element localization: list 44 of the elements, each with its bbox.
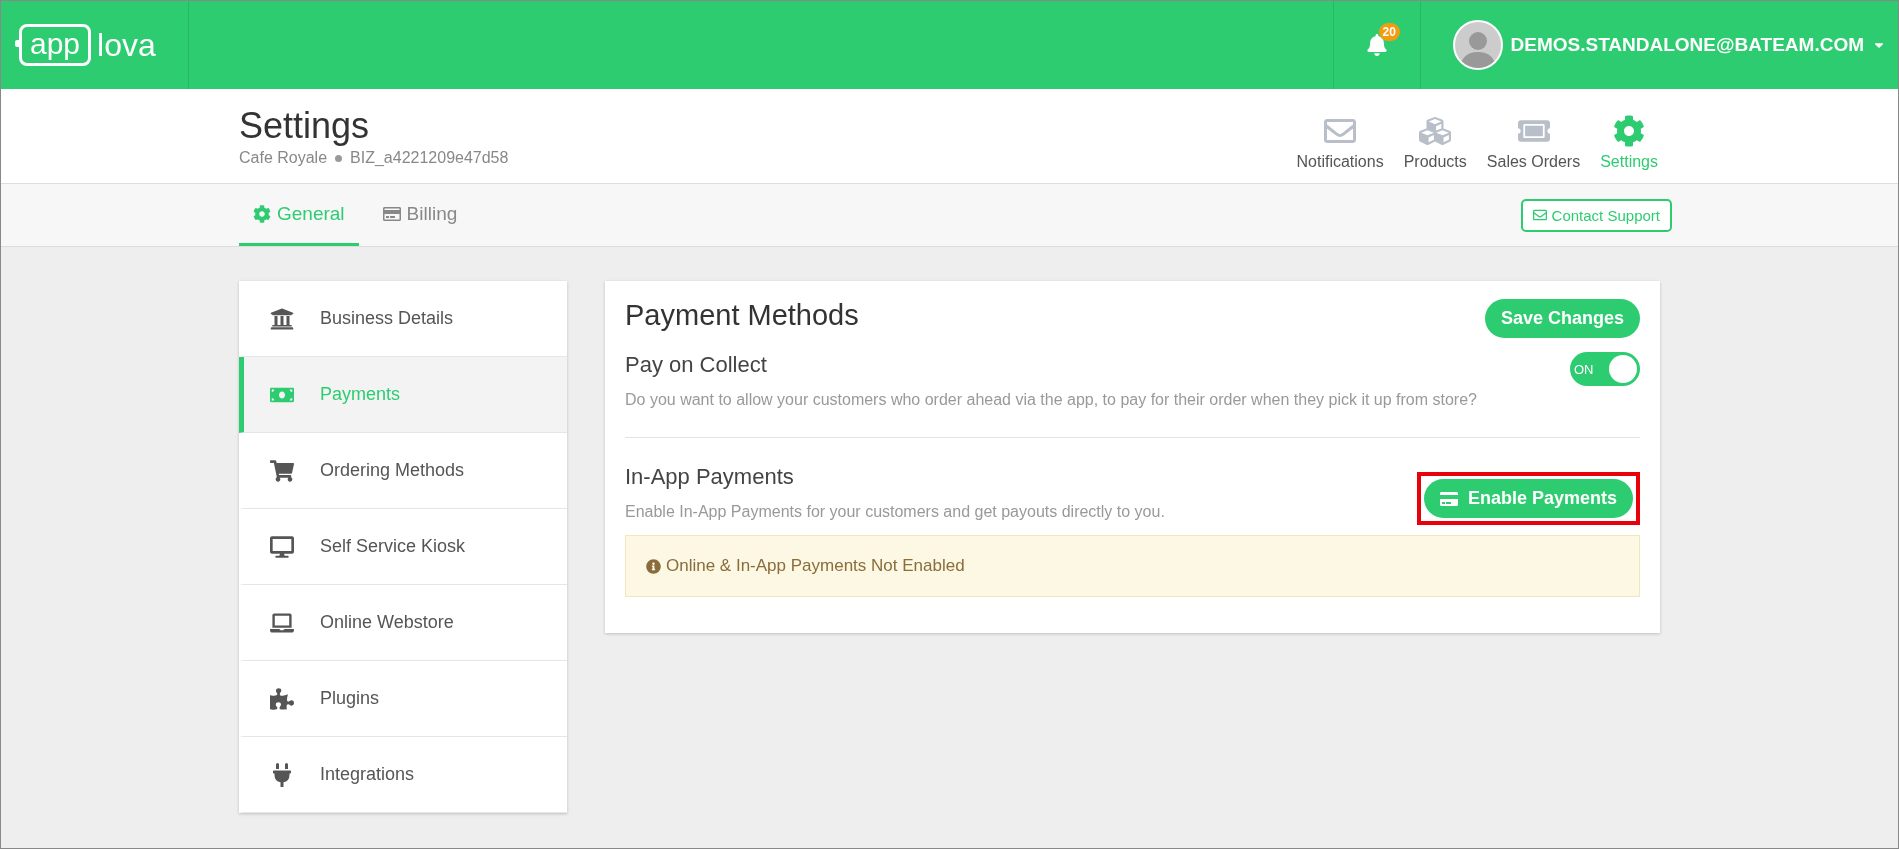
sidebar-item[interactable]: Online Webstore [239, 585, 567, 661]
business-id: BIZ_a4221209e47d58 [350, 149, 509, 167]
info-icon [646, 558, 661, 574]
nav-item[interactable]: Sales Orders [1486, 115, 1581, 171]
sidebar-item[interactable]: Integrations [239, 737, 567, 813]
cubes-icon [1419, 115, 1452, 147]
bank-icon [270, 306, 294, 331]
tab[interactable]: Billing [368, 184, 472, 246]
bell-icon [1365, 34, 1388, 56]
tab[interactable]: General [239, 184, 359, 246]
credit-card-icon [382, 204, 401, 223]
plug-icon [270, 762, 294, 787]
bullet-icon [335, 154, 343, 162]
settings-icon [1613, 115, 1646, 147]
page-title: Settings [239, 105, 371, 147]
envelope-icon [1532, 208, 1547, 222]
card-title: Payment Methods [625, 299, 859, 332]
sidebar-item[interactable]: Ordering Methods [239, 433, 567, 509]
nav-item[interactable]: Settings [1600, 115, 1658, 171]
notification-badge: 20 [1378, 23, 1400, 41]
user-menu[interactable]: DEMOS.STANDALONE@BATEAM.COM [1420, 1, 1898, 89]
sidebar-item[interactable]: Self Service Kiosk [239, 509, 567, 585]
alert-text: Online & In-App Payments Not Enabled [666, 556, 965, 576]
sidebar-item[interactable]: Business Details [239, 281, 567, 357]
nav-item[interactable]: Products [1403, 115, 1467, 171]
nav-item[interactable]: Notifications [1296, 115, 1384, 171]
section-description: Do you want to allow your customers who order ahead via the app, to pay for their order when they pick it up from store? [625, 390, 1477, 410]
save-changes-button[interactable]: Save Changes [1484, 299, 1640, 338]
puzzle-icon [270, 686, 294, 711]
sidebar-item[interactable]: Payments [239, 357, 567, 433]
avatar-icon [1452, 20, 1503, 70]
monitor-icon [270, 534, 294, 559]
contact-support-button[interactable]: Contact Support [1520, 198, 1672, 232]
cart-icon [270, 458, 294, 483]
laptop-icon [270, 610, 294, 635]
enable-payments-button[interactable]: Enable Payments [1423, 479, 1633, 518]
gear-icon [253, 204, 271, 223]
business-name: Cafe Royale [239, 149, 328, 167]
section-description: Enable In-App Payments for your customers and get payouts directly to you. [625, 502, 1165, 522]
credit-card-icon [1439, 489, 1458, 508]
toggle-switch[interactable]: ON [1570, 352, 1640, 386]
section-title: Pay on Collect [625, 352, 768, 378]
section-title: In-App Payments [625, 464, 795, 490]
sidebar-item[interactable]: Plugins [239, 661, 567, 737]
